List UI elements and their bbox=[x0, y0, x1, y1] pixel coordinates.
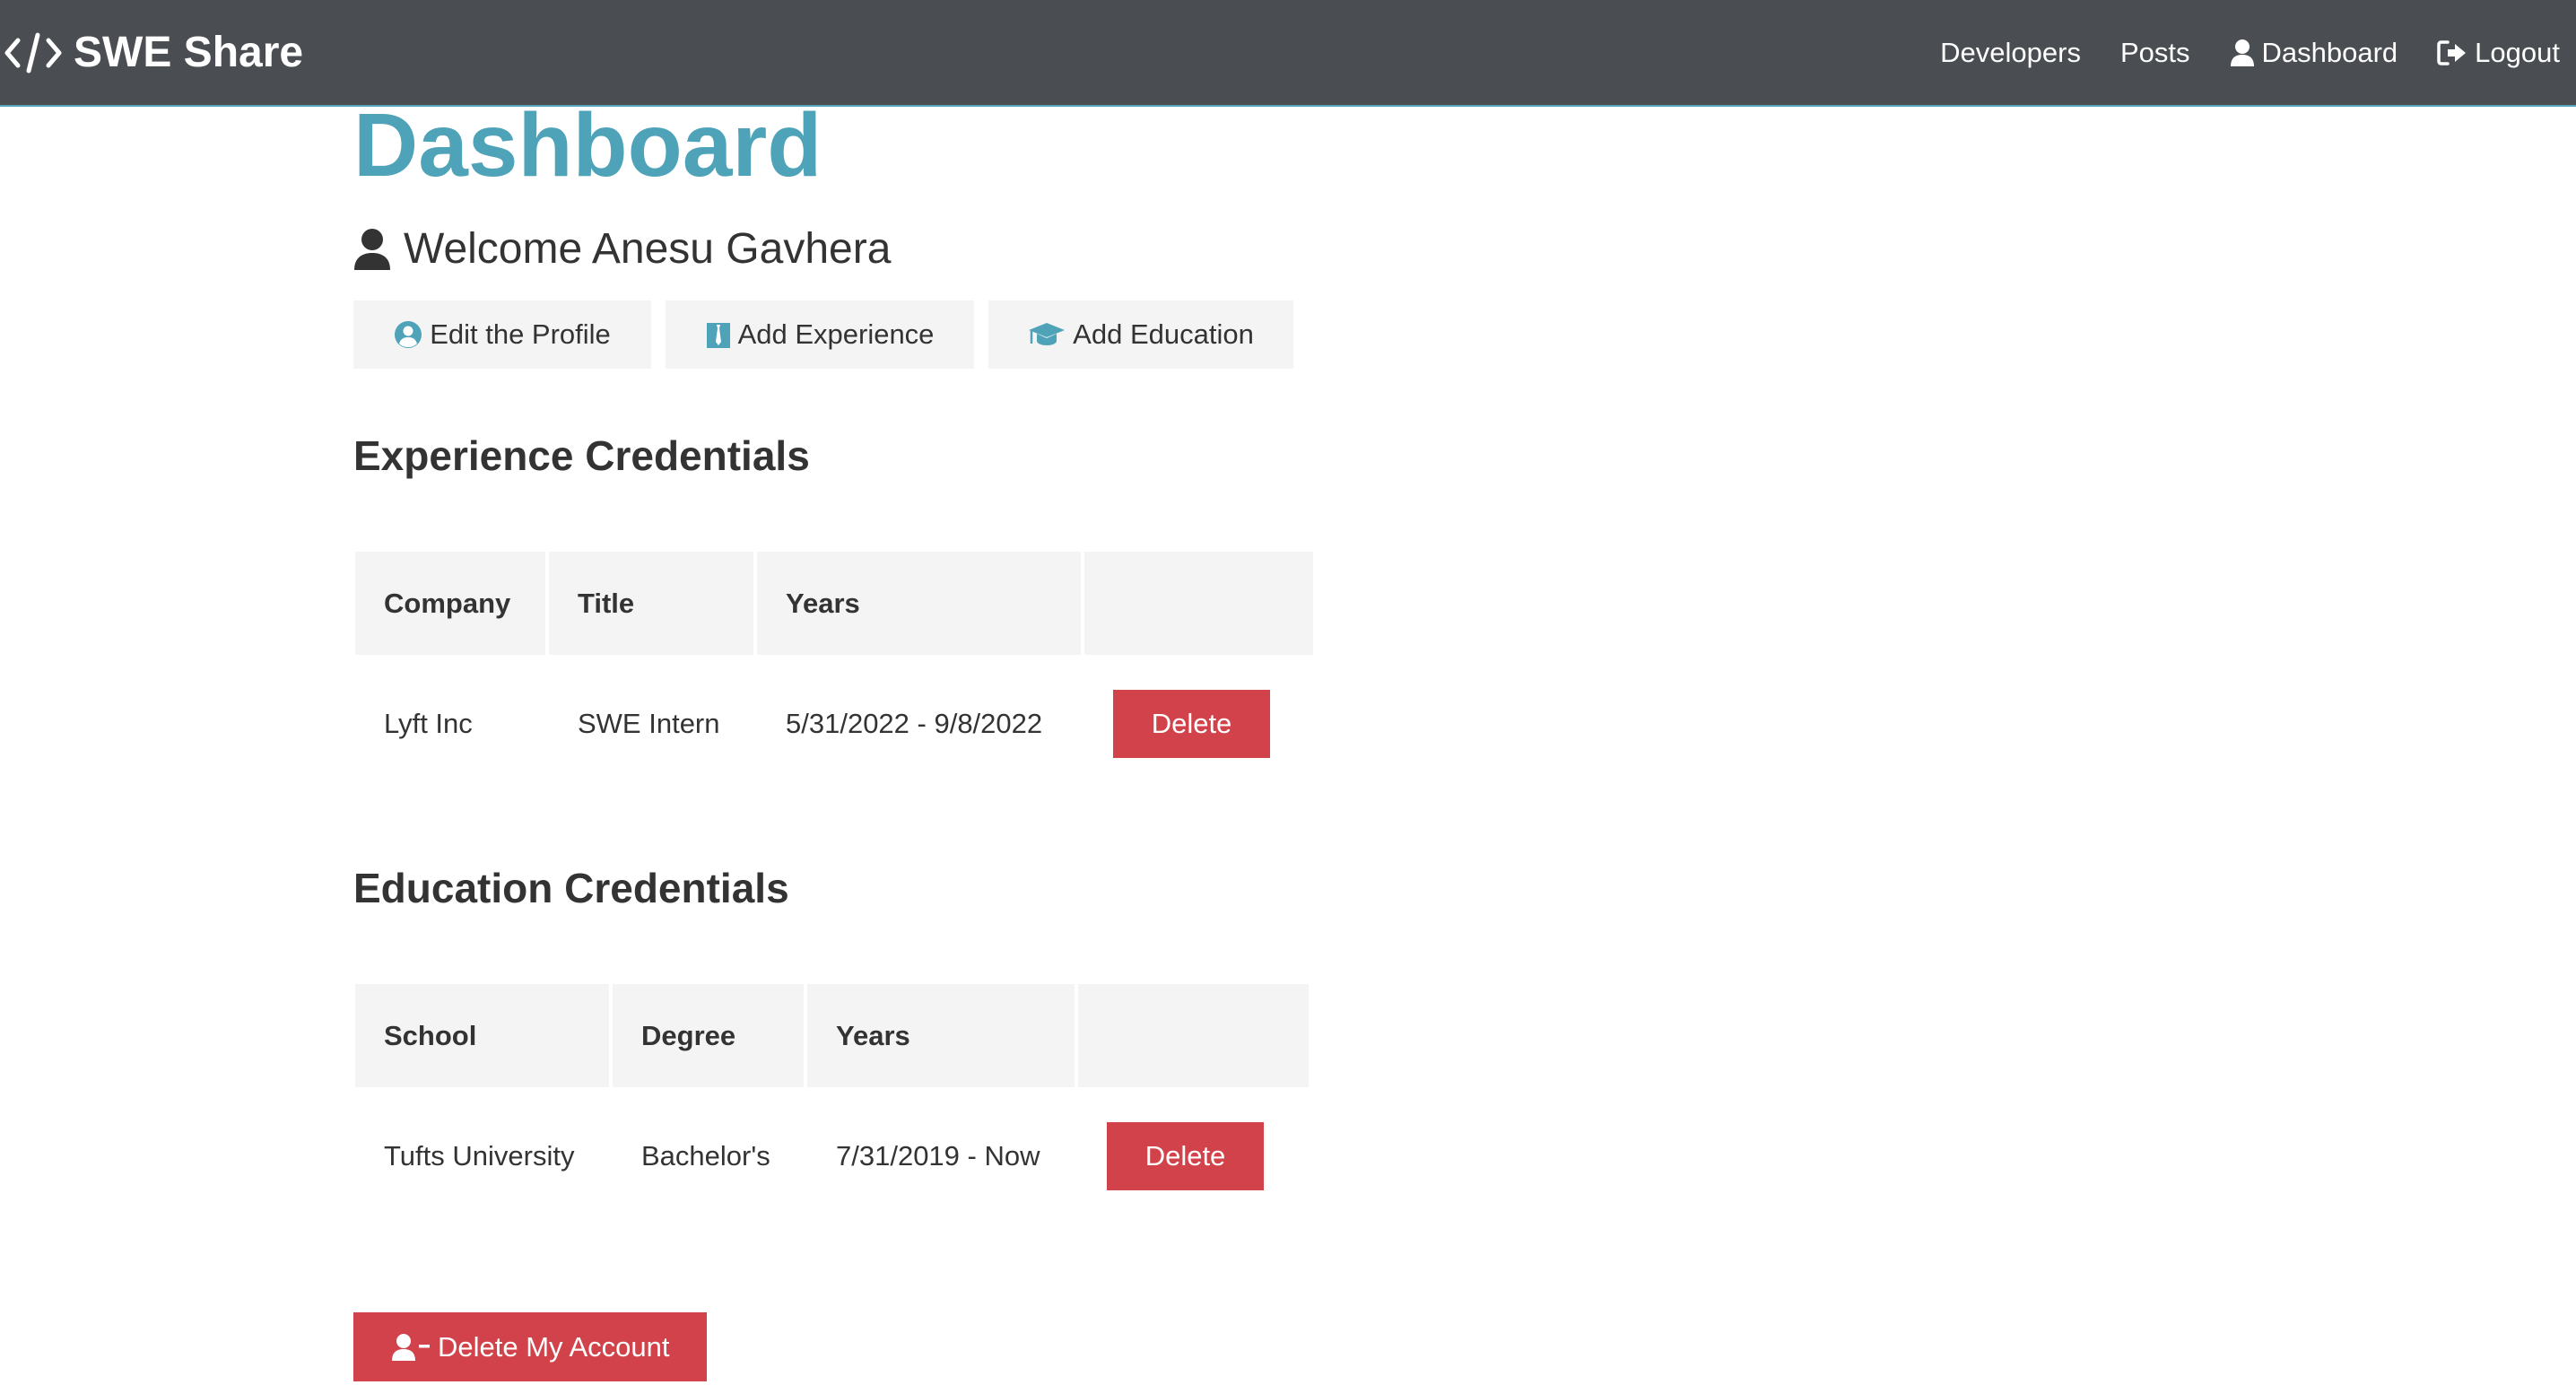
nav-link-developers[interactable]: Developers bbox=[1940, 37, 2081, 69]
delete-education-button[interactable]: Delete bbox=[1107, 1121, 1264, 1190]
welcome-text: Welcome Anesu Gavhera bbox=[404, 225, 892, 273]
edit-profile-button[interactable]: Edit the Profile bbox=[353, 301, 651, 369]
graduation-cap-icon bbox=[1029, 323, 1066, 345]
nav-link-posts[interactable]: Posts bbox=[2120, 37, 2190, 69]
table-header-row: School Degree Years bbox=[355, 984, 1309, 1087]
code-icon bbox=[4, 31, 63, 74]
years-cell: 7/31/2019 - Now bbox=[836, 1139, 1040, 1172]
nav-link-dashboard[interactable]: Dashboard bbox=[2230, 37, 2398, 69]
column-header-title: Title bbox=[549, 552, 753, 655]
dashboard-container: Dashboard Welcome Anesu Gavhera Edit the… bbox=[353, 90, 1430, 1381]
table-row: Lyft Inc SWE Intern 5/31/2022 - 9/8/2022… bbox=[355, 658, 1313, 788]
welcome-message: Welcome Anesu Gavhera bbox=[353, 224, 1430, 274]
education-table: School Degree Years Tufts University Bac… bbox=[352, 980, 1312, 1224]
user-circle-icon bbox=[395, 321, 422, 348]
title-cell: SWE Intern bbox=[578, 707, 720, 739]
nav-link-label: Posts bbox=[2119, 36, 2190, 68]
nav-link-logout[interactable]: Logout bbox=[2437, 37, 2560, 69]
table-header-row: Company Title Years bbox=[355, 552, 1313, 655]
dashboard-actions: Edit the Profile Add Experience Add Educ… bbox=[353, 301, 1430, 369]
experience-table: Company Title Years Lyft Inc SWE Intern … bbox=[352, 548, 1317, 792]
degree-cell: Bachelor's bbox=[641, 1139, 770, 1172]
column-header-company: Company bbox=[355, 552, 545, 655]
user-icon bbox=[353, 228, 391, 271]
user-icon bbox=[2230, 39, 2254, 66]
experience-section-title: Experience Credentials bbox=[353, 432, 810, 479]
add-experience-label: Add Experience bbox=[737, 318, 935, 350]
brand-link[interactable]: SWE Share bbox=[4, 28, 303, 77]
delete-account-wrapper: Delete My Account bbox=[353, 1312, 1430, 1381]
nav-link-label: Dashboard bbox=[2261, 36, 2398, 68]
edit-profile-label: Edit the Profile bbox=[430, 318, 611, 350]
nav-link-label: Developers bbox=[1940, 36, 2081, 68]
add-experience-button[interactable]: Add Experience bbox=[666, 301, 974, 369]
column-header-years: Years bbox=[807, 984, 1075, 1087]
user-tie-icon bbox=[706, 323, 730, 348]
column-header-actions bbox=[1084, 552, 1313, 655]
column-header-actions bbox=[1078, 984, 1309, 1087]
education-section-title: Education Credentials bbox=[353, 865, 789, 911]
column-header-school: School bbox=[355, 984, 609, 1087]
action-cell: Delete bbox=[1078, 1091, 1309, 1221]
action-cell: Delete bbox=[1084, 658, 1313, 788]
nav-link-label: Logout bbox=[2475, 36, 2560, 68]
brand-name: SWE Share bbox=[74, 29, 304, 76]
column-header-degree: Degree bbox=[613, 984, 804, 1087]
column-header-years: Years bbox=[757, 552, 1081, 655]
company-cell: Lyft Inc bbox=[384, 707, 473, 739]
table-row: Tufts University Bachelor's 7/31/2019 - … bbox=[355, 1091, 1309, 1221]
delete-account-button[interactable]: Delete My Account bbox=[353, 1312, 708, 1381]
school-cell: Tufts University bbox=[384, 1139, 575, 1172]
sign-out-icon bbox=[2437, 39, 2467, 65]
add-education-label: Add Education bbox=[1073, 318, 1254, 350]
years-cell: 5/31/2022 - 9/8/2022 bbox=[786, 707, 1043, 739]
delete-account-label: Delete My Account bbox=[438, 1330, 670, 1363]
page-title: Dashboard bbox=[353, 95, 822, 196]
user-minus-icon bbox=[392, 1333, 430, 1361]
nav-links: Developers Posts Dashboard Logout bbox=[1901, 37, 2560, 69]
delete-experience-button[interactable]: Delete bbox=[1113, 689, 1270, 758]
add-education-button[interactable]: Add Education bbox=[988, 301, 1293, 369]
